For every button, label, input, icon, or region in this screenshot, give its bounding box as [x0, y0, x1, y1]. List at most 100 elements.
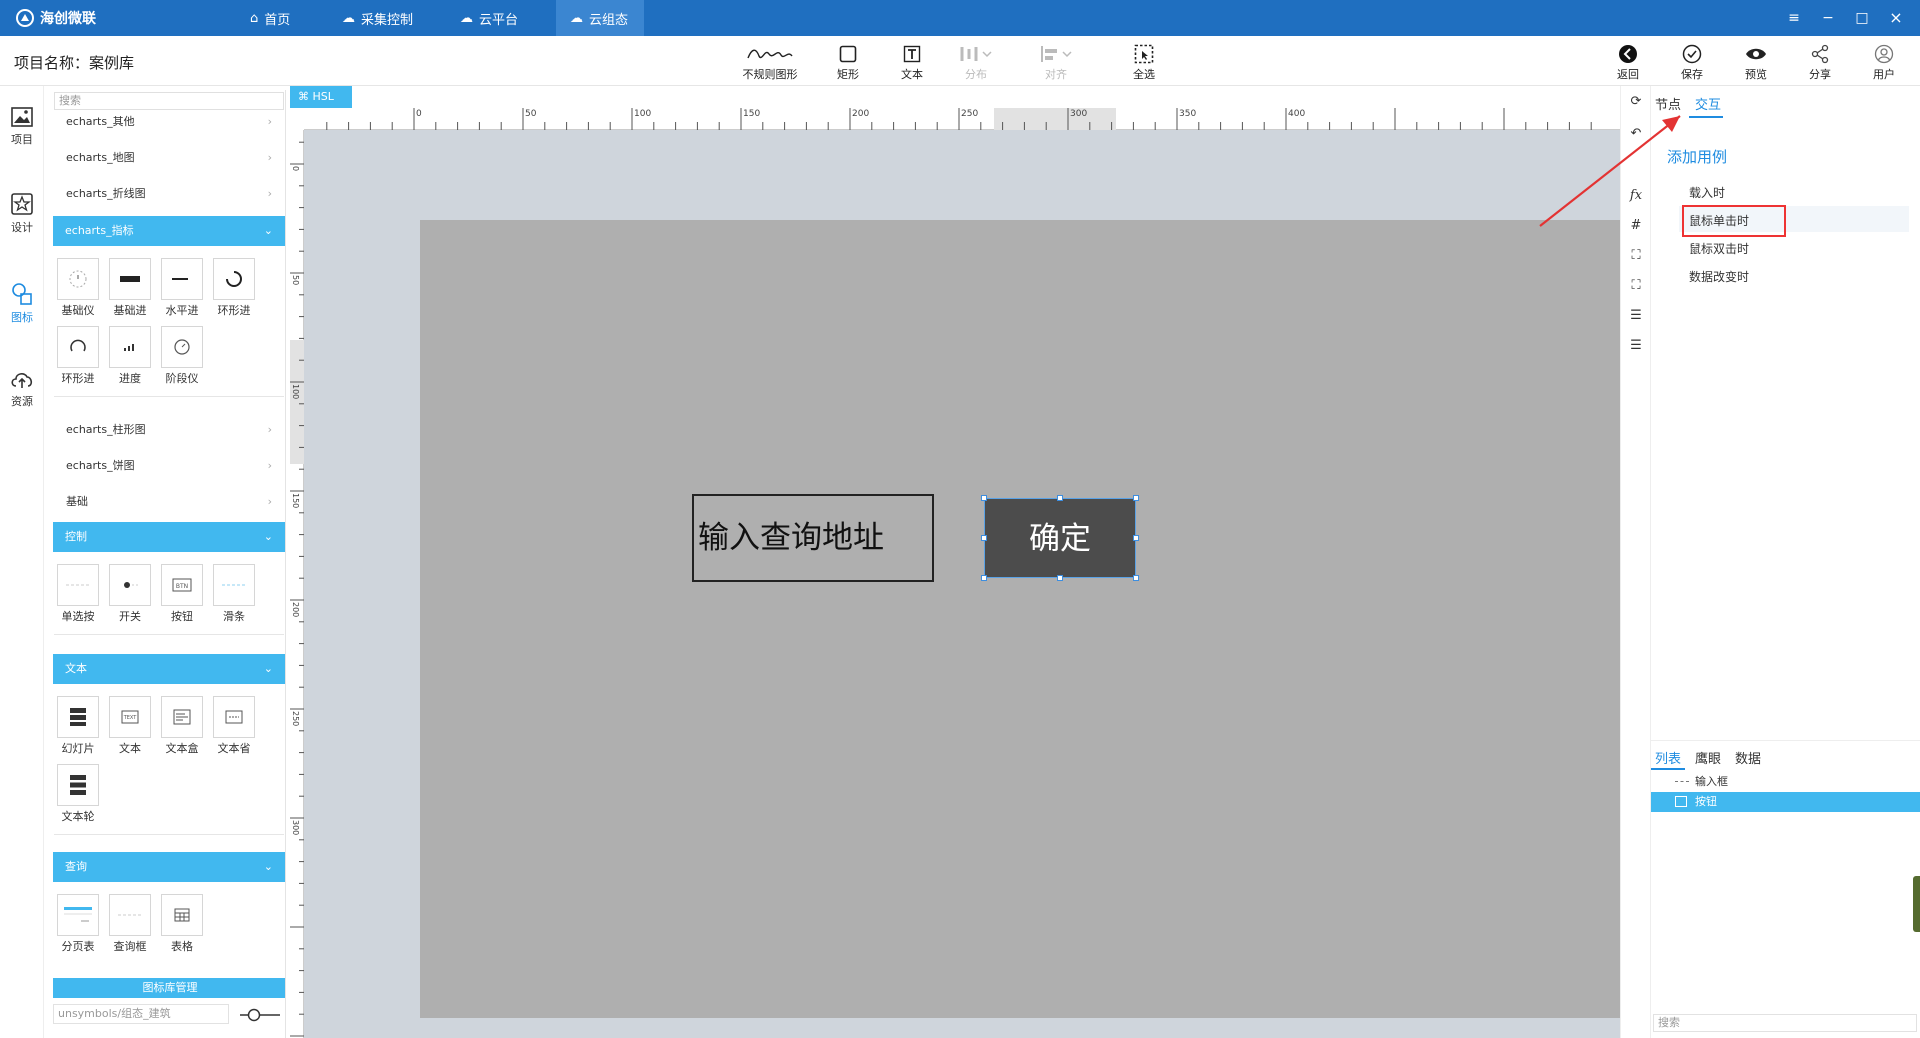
group-label: 控制 [65, 530, 87, 543]
left-nav-resources[interactable]: 资源 [0, 368, 44, 409]
indent-icon[interactable]: ☰ [1627, 308, 1645, 326]
tile-progress[interactable]: 进度 [108, 326, 152, 386]
ruler-tick-label: 50 [291, 275, 300, 286]
tile-switch[interactable]: 开关 [108, 564, 152, 624]
align-button[interactable]: 对齐 [1026, 42, 1086, 82]
library-path-input[interactable]: unsymbols/组态_建筑 [53, 1004, 229, 1024]
left-nav-design[interactable]: 设计 [0, 192, 44, 235]
resize-handle-tr[interactable] [1133, 495, 1139, 501]
tile-label: 文本轮 [61, 810, 95, 823]
tile-text-ellipsis[interactable]: 文本省 [212, 696, 256, 756]
outdent-icon[interactable]: ☰ [1627, 338, 1645, 356]
group-echarts-indicator[interactable]: echarts_指标 ⌄ [53, 216, 285, 246]
preview-button[interactable]: 预览 [1726, 42, 1786, 82]
tile-textbox[interactable]: 文本盒 [160, 696, 204, 756]
ruler-left: 0 50 100 150 200 250 300 [290, 130, 304, 1038]
group-echarts-bar[interactable]: echarts_柱形图 › [54, 416, 284, 444]
tab-interaction[interactable]: 交互 [1695, 94, 1721, 113]
group-control[interactable]: 控制 ⌄ [53, 522, 285, 552]
close-button[interactable]: × [1886, 8, 1906, 28]
layer-button[interactable]: 按钮 [1651, 792, 1920, 812]
confirm-button-component[interactable]: 确定 [984, 498, 1136, 578]
user-label: 用户 [1873, 68, 1895, 81]
nav-tab-cloud-config[interactable]: ☁ 云组态 [556, 0, 644, 36]
design-stage[interactable]: 输入查询地址 确定 [420, 220, 1624, 1018]
tile-slider[interactable]: 滑条 [212, 564, 256, 624]
group-label: 查询 [65, 860, 87, 873]
resize-handle-r[interactable] [1133, 535, 1139, 541]
tile-query-box[interactable]: 查询框 [108, 894, 152, 954]
menu-icon[interactable]: ≡ [1784, 8, 1804, 28]
tile-text-carousel[interactable]: 文本轮 [56, 764, 100, 824]
resize-handle-bl[interactable] [981, 575, 987, 581]
share-button[interactable]: 分享 [1790, 42, 1850, 82]
group-echarts-map[interactable]: echarts_地图 › [54, 144, 284, 172]
tile-label: 文本 [119, 742, 141, 755]
nav-tab-home[interactable]: ⌂ 首页 [236, 0, 304, 36]
tab-data[interactable]: 数据 [1735, 748, 1761, 767]
tile-radio[interactable]: 单选按 [56, 564, 100, 624]
tile-slideshow[interactable]: 幻灯片 [56, 696, 100, 756]
tile-table[interactable]: 表格 [160, 894, 204, 954]
side-handle[interactable] [1913, 876, 1920, 932]
tile-button[interactable]: BTN 按钮 [160, 564, 204, 624]
nav-tab-label: 云组态 [589, 12, 629, 28]
tile-stage-gauge[interactable]: 阶段仪 [160, 326, 204, 386]
query-input-component[interactable]: 输入查询地址 [692, 494, 934, 582]
resize-handle-l[interactable] [981, 535, 987, 541]
tile-basic-gauge[interactable]: 基础仪 [56, 258, 100, 318]
text-icon [903, 45, 921, 63]
text-button[interactable]: 文本 [882, 42, 942, 82]
event-on-data-change[interactable]: 数据改变时 [1689, 268, 1749, 285]
button-icon: BTN [172, 578, 192, 592]
group-echarts-other[interactable]: echarts_其他 › [54, 108, 284, 136]
group-text[interactable]: 文本 ⌄ [53, 654, 285, 684]
group-echarts-pie[interactable]: echarts_饼图 › [54, 452, 284, 480]
tab-eagle-eye[interactable]: 鹰眼 [1695, 748, 1721, 767]
text-label: 文本 [901, 68, 923, 81]
left-nav-icons[interactable]: 图标 [0, 282, 44, 325]
chevron-right-icon: › [267, 459, 272, 472]
save-button[interactable]: 保存 [1662, 42, 1722, 82]
layer-input[interactable]: 输入框 [1651, 772, 1920, 792]
user-button[interactable]: 用户 [1854, 42, 1914, 82]
back-button[interactable]: 返回 [1598, 42, 1658, 82]
event-on-load[interactable]: 载入时 [1689, 184, 1725, 201]
zoom-slider[interactable] [238, 1008, 282, 1022]
tile-ring-progress[interactable]: 环形进 [212, 258, 256, 318]
tile-horizontal-progress[interactable]: 水平进 [160, 258, 204, 318]
irregular-shape-button[interactable]: 不规则图形 [738, 42, 802, 82]
event-on-dblclick[interactable]: 鼠标双击时 [1689, 240, 1749, 257]
tile-text[interactable]: TEXT 文本 [108, 696, 152, 756]
tile-ring-progress-2[interactable]: 环形进 [56, 326, 100, 386]
left-nav-project[interactable]: 项目 [0, 106, 44, 147]
tile-label: 进度 [119, 372, 141, 385]
fullscreen-icon[interactable]: ⛶ [1627, 278, 1645, 296]
left-nav-label: 项目 [11, 133, 33, 146]
layer-search-input[interactable]: 搜索 [1653, 1014, 1917, 1032]
select-all-button[interactable]: 全选 [1114, 42, 1174, 82]
switch-icon [124, 582, 139, 588]
annotation-highlight-box [1682, 205, 1786, 237]
resize-handle-t[interactable] [1057, 495, 1063, 501]
tile-basic-progress[interactable]: 基础进 [108, 258, 152, 318]
tab-list[interactable]: 列表 [1655, 748, 1681, 767]
group-basic[interactable]: 基础 › [54, 488, 284, 516]
fit-screen-icon[interactable]: ⛶ [1627, 248, 1645, 266]
icon-library-manager-button[interactable]: 图标库管理 [53, 978, 285, 998]
rect-button[interactable]: 矩形 [818, 42, 878, 82]
group-query[interactable]: 查询 ⌄ [53, 852, 285, 882]
nav-tab-collect[interactable]: ☁ 采集控制 [328, 0, 427, 36]
tile-paged-table[interactable]: 分页表 [56, 894, 100, 954]
distribute-button[interactable]: 分布 [946, 42, 1006, 82]
resize-handle-br[interactable] [1133, 575, 1139, 581]
nav-tab-cloud-platform[interactable]: ☁ 云平台 [446, 0, 532, 36]
minimize-button[interactable]: − [1818, 8, 1838, 28]
text-box-icon: TEXT [121, 710, 139, 724]
canvas-tab[interactable]: ⌘ HSL [290, 86, 352, 108]
maximize-button[interactable]: □ [1852, 8, 1872, 28]
group-echarts-line[interactable]: echarts_折线图 › [54, 180, 284, 208]
select-all-icon [1134, 44, 1154, 64]
resize-handle-tl[interactable] [981, 495, 987, 501]
resize-handle-b[interactable] [1057, 575, 1063, 581]
